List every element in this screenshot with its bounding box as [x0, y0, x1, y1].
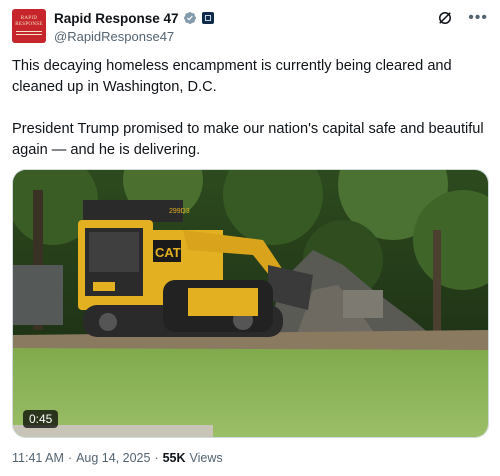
- tweet-time[interactable]: 11:41 AM: [12, 451, 64, 465]
- verified-badge-icon[interactable]: [183, 11, 197, 25]
- avatar-text-line2: RESPONSE: [15, 22, 43, 27]
- meta-separator: ·: [67, 451, 73, 465]
- views-count[interactable]: 55K: [163, 451, 186, 465]
- meta-separator: ·: [154, 451, 159, 465]
- tweet-paragraph-1: This decaying homeless encampment is cur…: [12, 58, 452, 95]
- avatar[interactable]: RAPID RESPONSE: [12, 9, 46, 43]
- tweet-meta: 11:41 AM · Aug 14, 2025 · 55K Views: [12, 451, 223, 465]
- author-block: Rapid Response 47 @RapidResponse47: [54, 9, 214, 44]
- tweet-date[interactable]: Aug 14, 2025: [76, 451, 150, 465]
- header-actions: •••: [436, 9, 488, 27]
- views-label: Views: [189, 451, 223, 465]
- handle[interactable]: @RapidResponse47: [54, 29, 214, 44]
- tweet-text: This decaying homeless encampment is cur…: [12, 56, 488, 161]
- display-name[interactable]: Rapid Response 47: [54, 11, 179, 26]
- tweet-paragraph-2: President Trump promised to make our nat…: [12, 121, 484, 158]
- vehicle-model-label: 299D3: [169, 208, 190, 215]
- grok-icon[interactable]: [436, 9, 454, 27]
- government-affiliation-icon[interactable]: [201, 12, 214, 24]
- tweet-header: RAPID RESPONSE Rapid Response 47 @RapidR…: [12, 7, 488, 47]
- video-frame: CAT 299D3: [13, 170, 488, 437]
- vehicle-brand-label: CAT: [155, 245, 181, 260]
- more-options-icon[interactable]: •••: [468, 10, 488, 26]
- avatar-text-line1: RAPID: [20, 16, 38, 21]
- video-player[interactable]: CAT 299D3 0:45: [12, 169, 489, 438]
- video-duration: 0:45: [23, 410, 59, 428]
